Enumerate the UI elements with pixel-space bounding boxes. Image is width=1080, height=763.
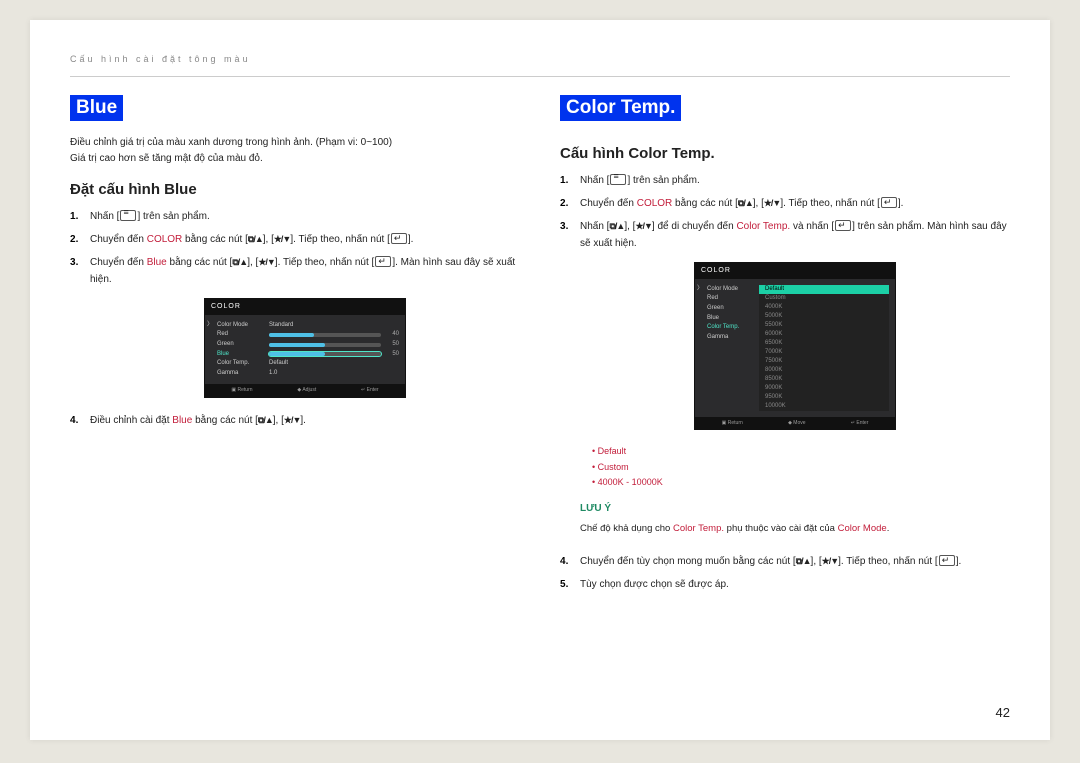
colortemp-option: Default <box>759 285 889 294</box>
colortemp-option: 6000K <box>759 330 889 339</box>
colortemp-option: Custom <box>759 294 889 303</box>
colortemp-option: 5500K <box>759 321 889 330</box>
enter-icon <box>881 197 897 208</box>
blue-description: Điều chỉnh giá trị của màu xanh dương tr… <box>70 135 520 167</box>
desc-line2: Giá trị cao hơn sẽ tăng mật độ của màu đ… <box>70 153 263 164</box>
desc-line1: Điều chỉnh giá trị của màu xanh dương tr… <box>70 137 392 148</box>
left-column: Blue Điều chỉnh giá trị của màu xanh dươ… <box>70 95 520 599</box>
colortemp-option: 4000K <box>759 303 889 312</box>
enter-icon <box>375 256 391 267</box>
divider <box>70 76 1010 77</box>
enter-icon <box>939 555 955 566</box>
ct-step-1: Nhấn [] trên sản phẩm. <box>560 172 1010 189</box>
blue-subheading: Đặt cấu hình Blue <box>70 181 520 198</box>
blue-step-2: Chuyển đến COLOR bằng các nút [⧉/▲], [★/… <box>70 231 520 248</box>
manual-page: Cấu hình cài đặt tông màu Blue Điều chỉn… <box>30 20 1050 740</box>
osd-color-blue: COLOR 〉 Color Mode Red Green Blue Color … <box>204 298 406 398</box>
blue-step-3: Chuyển đến Blue bằng các nút [⧉/▲], [★/▼… <box>70 254 520 398</box>
colortemp-option: 7500K <box>759 357 889 366</box>
page-number: 42 <box>996 705 1010 720</box>
colortemp-subheading: Cấu hình Color Temp. <box>560 145 1010 162</box>
colortemp-option: 9000K <box>759 384 889 393</box>
menu-icon <box>610 174 626 185</box>
breadcrumb: Cấu hình cài đặt tông màu <box>70 54 1010 64</box>
section-title-blue: Blue <box>70 95 123 121</box>
osd-color-temp: COLOR 〉 Color Mode Red Green Blue Color … <box>694 262 896 430</box>
ct-step-5: Tùy chọn được chọn sẽ được áp. <box>560 576 1010 593</box>
ct-step-3: Nhấn [⧉/▲], [★/▼] để di chuyển đến Color… <box>560 218 1010 537</box>
ct-step-2: Chuyển đến COLOR bằng các nút [⧉/▲], [★/… <box>560 195 1010 212</box>
colortemp-option: 6500K <box>759 339 889 348</box>
colortemp-option: 9500K <box>759 393 889 402</box>
note-text: Chế độ khả dụng cho Color Temp. phụ thuộ… <box>580 521 1010 537</box>
blue-step-1: Nhấn [] trên sản phẩm. <box>70 208 520 225</box>
section-title-colortemp: Color Temp. <box>560 95 681 121</box>
colortemp-option: 5000K <box>759 312 889 321</box>
enter-icon <box>391 233 407 244</box>
ct-step-4: Chuyển đến tùy chọn mong muốn bằng các n… <box>560 553 1010 570</box>
colortemp-option: 10000K <box>759 402 889 411</box>
note-label: LƯU Ý <box>580 500 1010 517</box>
colortemp-bullet-list: Default Custom 4000K - 10000K <box>592 444 1010 490</box>
enter-icon <box>835 220 851 231</box>
colortemp-option: 8500K <box>759 375 889 384</box>
colortemp-option: 8000K <box>759 366 889 375</box>
colortemp-options-list: DefaultCustom4000K5000K5500K6000K6500K70… <box>759 285 889 411</box>
right-column: Color Temp. Cấu hình Color Temp. Nhấn []… <box>560 95 1010 599</box>
osd-header: COLOR <box>695 263 895 279</box>
colortemp-option: 7000K <box>759 348 889 357</box>
menu-icon <box>120 210 136 221</box>
blue-step-4: Điều chỉnh cài đặt Blue bằng các nút [⧉/… <box>70 412 520 429</box>
osd-header: COLOR <box>205 299 405 315</box>
